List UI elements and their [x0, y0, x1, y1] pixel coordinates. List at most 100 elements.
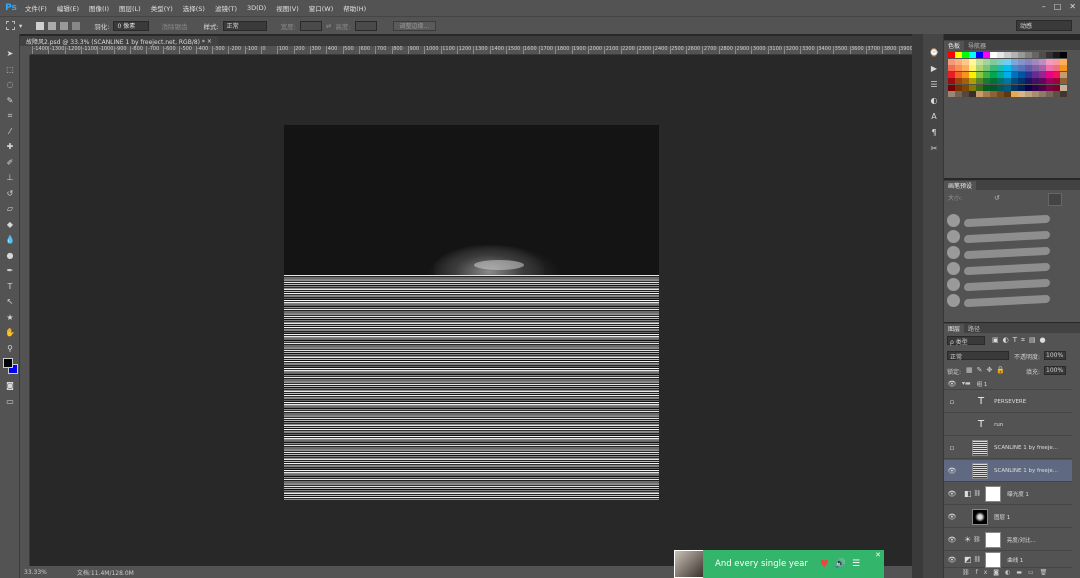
maximize-icon[interactable]: □	[1054, 2, 1062, 11]
hand-tool-icon[interactable]: ✋	[0, 325, 20, 341]
swatch[interactable]	[1039, 84, 1046, 91]
tab-swatches[interactable]: 色板	[944, 41, 965, 50]
visibility-eye-icon[interactable]: 👁	[944, 490, 960, 498]
swatch[interactable]	[1060, 71, 1067, 78]
swatch[interactable]	[1053, 78, 1060, 84]
ruler-origin[interactable]	[20, 46, 30, 55]
brush-preset[interactable]	[946, 245, 1054, 261]
swatch[interactable]	[1053, 58, 1060, 65]
swatch[interactable]	[969, 71, 976, 78]
brush-list[interactable]	[946, 213, 1054, 309]
brush-preset[interactable]	[946, 293, 1054, 309]
character-panel-icon[interactable]: A	[923, 108, 945, 124]
playlist-icon[interactable]: ☰	[852, 559, 860, 569]
swatch[interactable]	[969, 65, 976, 71]
swatch[interactable]	[1004, 52, 1011, 58]
swatch[interactable]	[1018, 84, 1025, 91]
swatch[interactable]	[1025, 71, 1032, 78]
swatch[interactable]	[1025, 58, 1032, 65]
swatch[interactable]	[990, 71, 997, 78]
swatch[interactable]	[1004, 58, 1011, 65]
marquee-tool-preset-icon[interactable]	[6, 21, 15, 30]
swatch[interactable]	[1011, 52, 1018, 58]
swatch[interactable]	[1032, 84, 1039, 91]
blur-tool-icon[interactable]: 💧	[0, 232, 20, 248]
swatch[interactable]	[1011, 65, 1018, 71]
swatch[interactable]	[1011, 58, 1018, 65]
swatch[interactable]	[962, 84, 969, 91]
swatch[interactable]	[983, 71, 990, 78]
brush-panel-icon[interactable]	[1048, 193, 1062, 206]
menu-window[interactable]: 窗口(W)	[304, 3, 339, 13]
visibility-eye-icon[interactable]: 👁	[944, 513, 960, 521]
swatch[interactable]	[976, 58, 983, 65]
close-icon[interactable]: ✕	[1069, 2, 1076, 11]
menu-help[interactable]: 帮助(H)	[338, 3, 371, 13]
album-art[interactable]	[674, 550, 704, 578]
swatch[interactable]	[948, 58, 955, 65]
menu-layer[interactable]: 图层(L)	[114, 3, 146, 13]
swatch[interactable]	[990, 52, 997, 58]
visibility-toggle[interactable]: ▫	[944, 398, 960, 406]
opacity-input[interactable]: 100%	[1044, 351, 1066, 360]
menu-image[interactable]: 图像(I)	[84, 3, 114, 13]
swatch[interactable]	[1032, 91, 1039, 97]
swatch[interactable]	[948, 78, 955, 84]
reset-icon[interactable]: ↺	[994, 194, 1000, 202]
history-brush-tool-icon[interactable]: ↺	[0, 186, 20, 202]
swatch[interactable]	[1039, 58, 1046, 65]
swatch[interactable]	[1018, 65, 1025, 71]
height-input[interactable]	[354, 20, 377, 31]
horizontal-ruler[interactable]: -1400 -1300 -1200 -1100 -1000 -900 -800 -700 -60…	[30, 46, 912, 55]
brush-preset[interactable]	[946, 261, 1054, 277]
screen-mode-icon[interactable]: ▭	[0, 394, 20, 410]
shape-tool-icon[interactable]: ★	[0, 310, 20, 326]
feather-input[interactable]: 0 像素	[113, 20, 150, 31]
swatch[interactable]	[948, 52, 955, 58]
swatch[interactable]	[990, 91, 997, 97]
marquee-tool-icon[interactable]: ⬚	[0, 62, 20, 78]
document-canvas[interactable]	[284, 125, 659, 500]
swatch[interactable]	[962, 91, 969, 97]
tab-paths[interactable]: 路径	[964, 324, 984, 333]
swatch[interactable]	[955, 78, 962, 84]
swatch[interactable]	[955, 91, 962, 97]
swatch[interactable]	[955, 71, 962, 78]
swatch[interactable]	[1011, 84, 1018, 91]
swatch[interactable]	[976, 52, 983, 58]
tab-brush-presets[interactable]: 画笔预设	[944, 181, 977, 190]
swatch[interactable]	[983, 91, 990, 97]
swatch[interactable]	[976, 71, 983, 78]
swatch[interactable]	[983, 65, 990, 71]
refine-edge-button[interactable]: 调整边缘...	[392, 20, 437, 31]
swatch-grid[interactable]	[948, 52, 1067, 99]
foreground-color-icon[interactable]	[3, 358, 13, 368]
menu-filter[interactable]: 滤镜(T)	[210, 3, 242, 13]
swatch[interactable]	[955, 58, 962, 65]
visibility-eye-icon[interactable]: 👁	[944, 536, 960, 544]
swatch[interactable]	[1039, 71, 1046, 78]
swatch[interactable]	[1004, 78, 1011, 84]
subtract-selection-icon[interactable]	[60, 21, 69, 30]
swatch[interactable]	[997, 52, 1004, 58]
minimize-icon[interactable]: –	[1042, 2, 1046, 11]
swatch[interactable]	[1032, 65, 1039, 71]
zoom-level[interactable]: 33.33%	[24, 569, 47, 576]
lock-icons[interactable]: ▦✎✥🔒	[966, 366, 1009, 374]
fill-input[interactable]: 100%	[1044, 366, 1066, 375]
heart-icon[interactable]: ♥	[820, 559, 829, 570]
swatch[interactable]	[1053, 71, 1060, 78]
menu-view[interactable]: 视图(V)	[271, 3, 304, 13]
swatch[interactable]	[962, 65, 969, 71]
swatch[interactable]	[976, 84, 983, 91]
layer-kind-filter[interactable]: ρ 类型	[947, 336, 985, 346]
swatch[interactable]	[969, 84, 976, 91]
menu-type[interactable]: 类型(Y)	[146, 3, 178, 13]
swatch[interactable]	[990, 65, 997, 71]
brush-preset[interactable]	[946, 229, 1054, 245]
clone-stamp-tool-icon[interactable]: ⊥	[0, 170, 20, 186]
swatch[interactable]	[1018, 91, 1025, 97]
layer-row-text[interactable]: ▫ T PERSEVERE	[944, 391, 1072, 413]
swatch[interactable]	[1004, 84, 1011, 91]
swatch[interactable]	[955, 65, 962, 71]
